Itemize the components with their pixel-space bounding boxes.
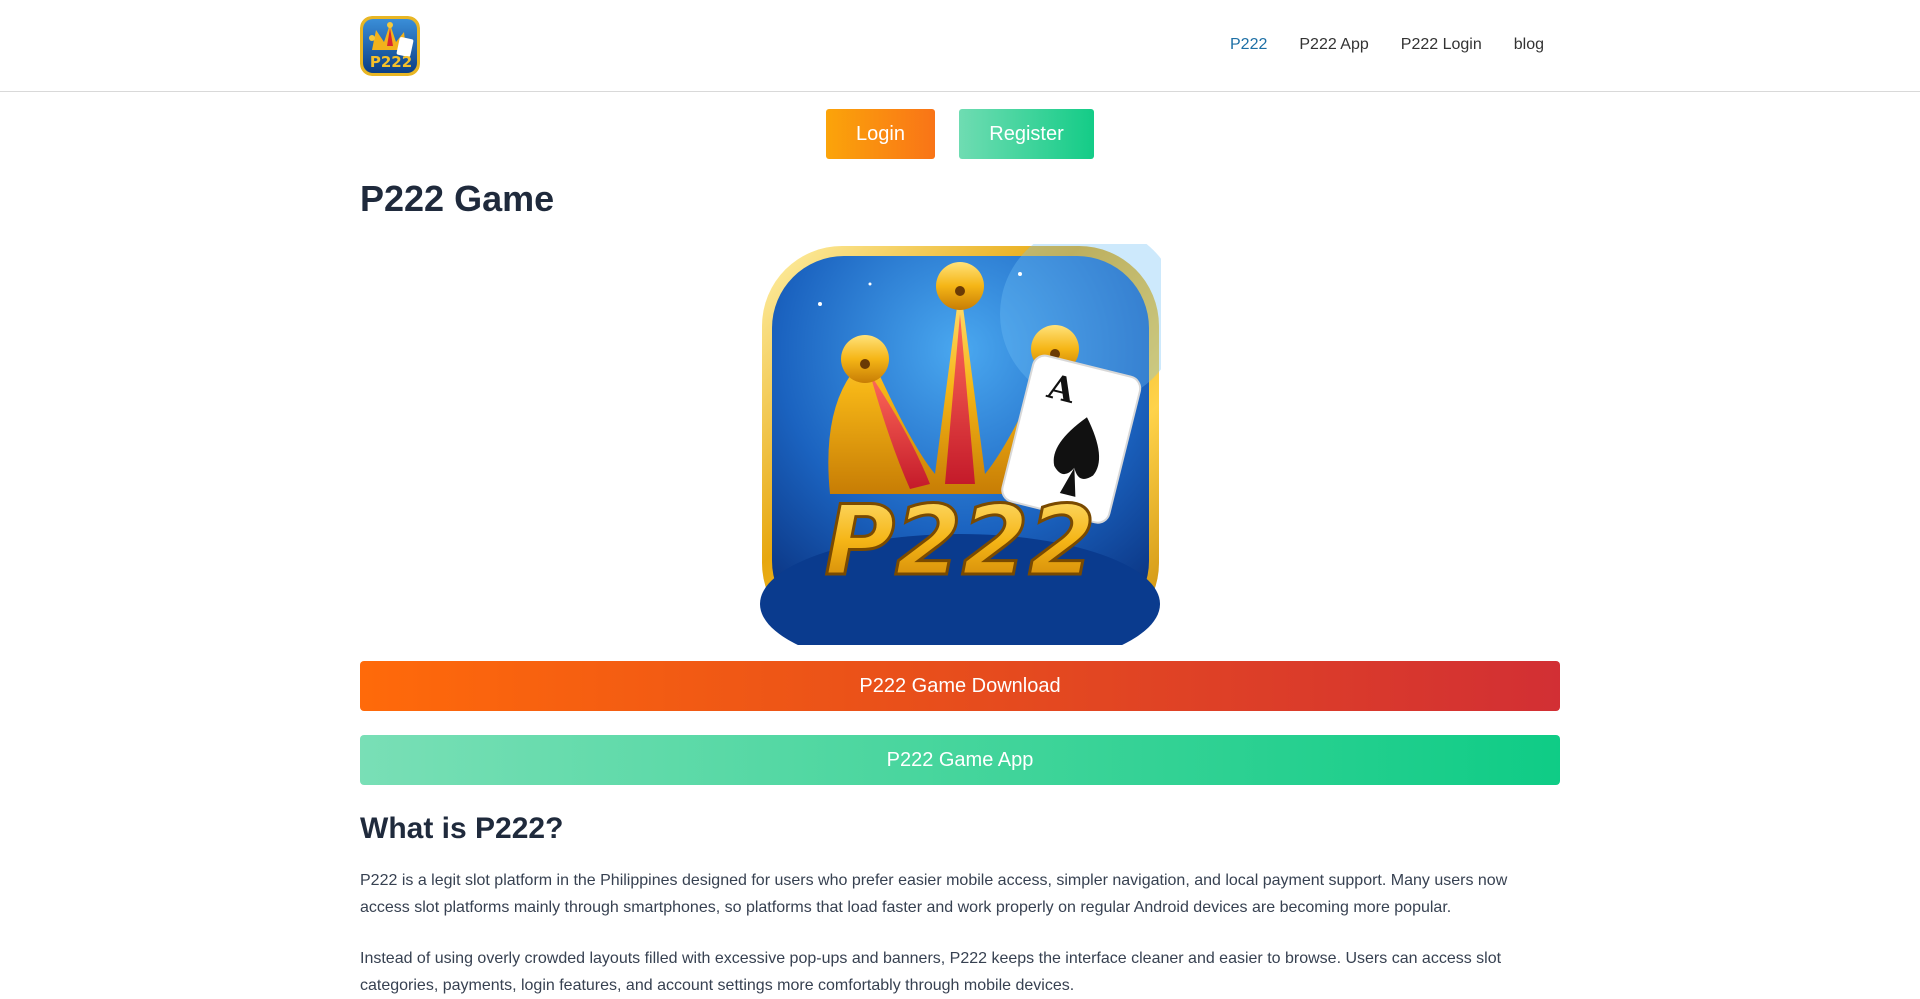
section-title: What is P222? — [360, 812, 564, 845]
login-button[interactable]: Login — [826, 109, 935, 159]
svg-text:P222: P222 — [370, 53, 412, 71]
main-nav: P222 P222 App P222 Login blog — [1198, 36, 1544, 54]
page-title: P222 Game — [360, 178, 555, 219]
nav-link-p222[interactable]: P222 — [1230, 36, 1267, 54]
nav-link-p222-app[interactable]: P222 App — [1299, 36, 1368, 54]
nav-link-p222-login[interactable]: P222 Login — [1401, 36, 1482, 54]
app-button[interactable]: P222 Game App — [360, 735, 1560, 785]
layout-paragraph: Instead of using overly crowded layouts … — [360, 950, 1502, 994]
intro-paragraph: P222 is a legit slot platform in the Phi… — [360, 872, 1508, 916]
register-button[interactable]: Register — [959, 109, 1094, 159]
auth-buttons: Login Register — [0, 109, 1920, 159]
download-button[interactable]: P222 Game Download — [360, 661, 1560, 711]
nav-link-blog[interactable]: blog — [1514, 36, 1544, 54]
svg-text:P222: P222 — [825, 485, 1096, 597]
hero-app-icon: A P222 — [760, 224, 1180, 674]
site-header: P222 P222 P222 App P222 Login blog — [0, 0, 1920, 92]
site-logo-icon[interactable]: P222 — [360, 16, 420, 76]
